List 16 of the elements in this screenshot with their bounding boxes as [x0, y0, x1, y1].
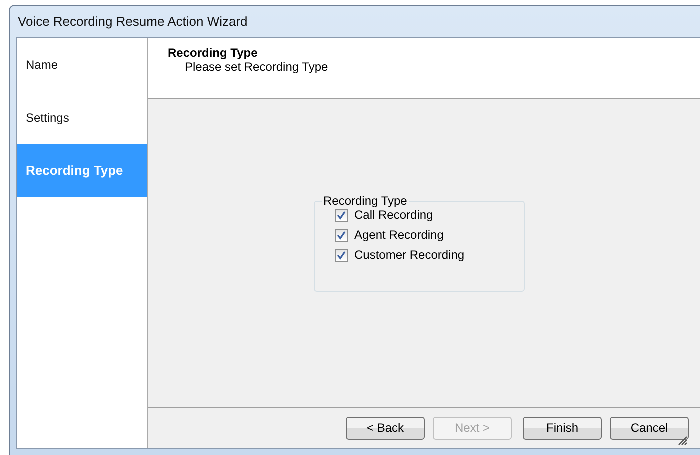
sidebar-item[interactable]: Settings — [17, 91, 147, 144]
wizard-button[interactable]: Cancel — [610, 416, 689, 440]
checkbox[interactable] — [334, 228, 348, 242]
checkbox-label: Call Recording — [354, 208, 434, 222]
wizard-button[interactable]: < Back — [346, 416, 425, 440]
page-title: Recording Type — [168, 46, 259, 60]
sidebar-item[interactable]: Name — [17, 38, 147, 91]
wizard-button[interactable]: Finish — [523, 416, 602, 440]
group-title: Recording Type — [322, 194, 408, 208]
checkbox[interactable] — [334, 248, 348, 262]
window-title: Voice Recording Resume Action Wizard — [18, 14, 248, 29]
checkbox[interactable] — [334, 208, 348, 222]
checkbox-label: Agent Recording — [354, 228, 444, 242]
page-subtitle: Please set Recording Type — [184, 60, 330, 74]
checkbox-label: Customer Recording — [354, 248, 465, 262]
resize-grip-icon — [676, 434, 688, 446]
